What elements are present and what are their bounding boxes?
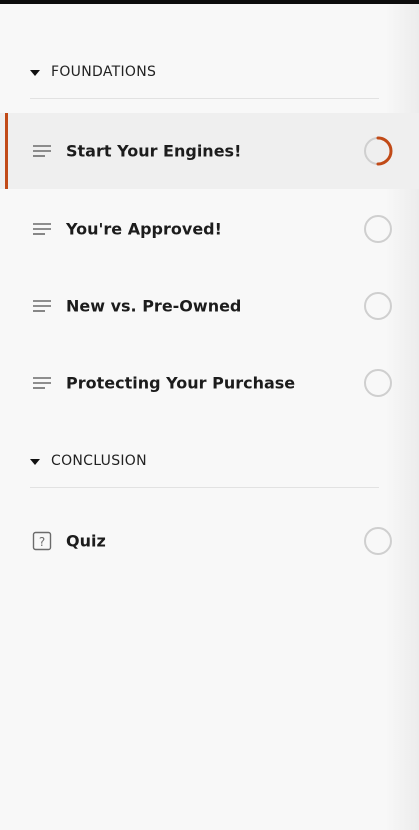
- top-bar: [0, 0, 419, 4]
- lesson-youre-approved[interactable]: You're Approved!: [0, 191, 419, 267]
- lesson-start-your-engines[interactable]: Start Your Engines!: [0, 113, 419, 189]
- section-divider: [30, 98, 379, 99]
- lesson-protecting-your-purchase[interactable]: Protecting Your Purchase: [0, 345, 419, 421]
- lesson-label: Quiz: [66, 531, 106, 551]
- caret-down-icon: [30, 458, 40, 465]
- progress-ring-icon: [364, 215, 392, 243]
- section-title: FOUNDATIONS: [51, 64, 157, 80]
- caret-down-icon: [30, 69, 40, 76]
- svg-text:?: ?: [39, 535, 45, 549]
- progress-arc: [376, 136, 393, 166]
- section-title: CONCLUSION: [51, 453, 147, 469]
- lines-icon: [33, 145, 51, 157]
- lesson-outline-panel: FOUNDATIONS Start Your Engines! You're A…: [0, 0, 419, 830]
- section-divider: [30, 487, 379, 488]
- lesson-label: You're Approved!: [66, 219, 222, 239]
- lines-icon: [33, 377, 51, 389]
- section-header-conclusion[interactable]: CONCLUSION: [30, 443, 379, 479]
- progress-ring-icon: [364, 527, 392, 555]
- lesson-label: New vs. Pre-Owned: [66, 296, 242, 316]
- lesson-label: Start Your Engines!: [66, 141, 242, 161]
- lines-icon: [33, 223, 51, 235]
- lesson-quiz[interactable]: ? Quiz: [0, 503, 419, 579]
- progress-ring-icon: [364, 369, 392, 397]
- lesson-label: Protecting Your Purchase: [66, 373, 296, 393]
- lines-icon: [33, 300, 51, 312]
- progress-ring-icon: [364, 292, 392, 320]
- question-box-icon: ?: [32, 531, 52, 551]
- progress-ring-icon: [364, 136, 393, 166]
- section-header-foundations[interactable]: FOUNDATIONS: [30, 54, 379, 90]
- lesson-new-vs-pre-owned[interactable]: New vs. Pre-Owned: [0, 268, 419, 344]
